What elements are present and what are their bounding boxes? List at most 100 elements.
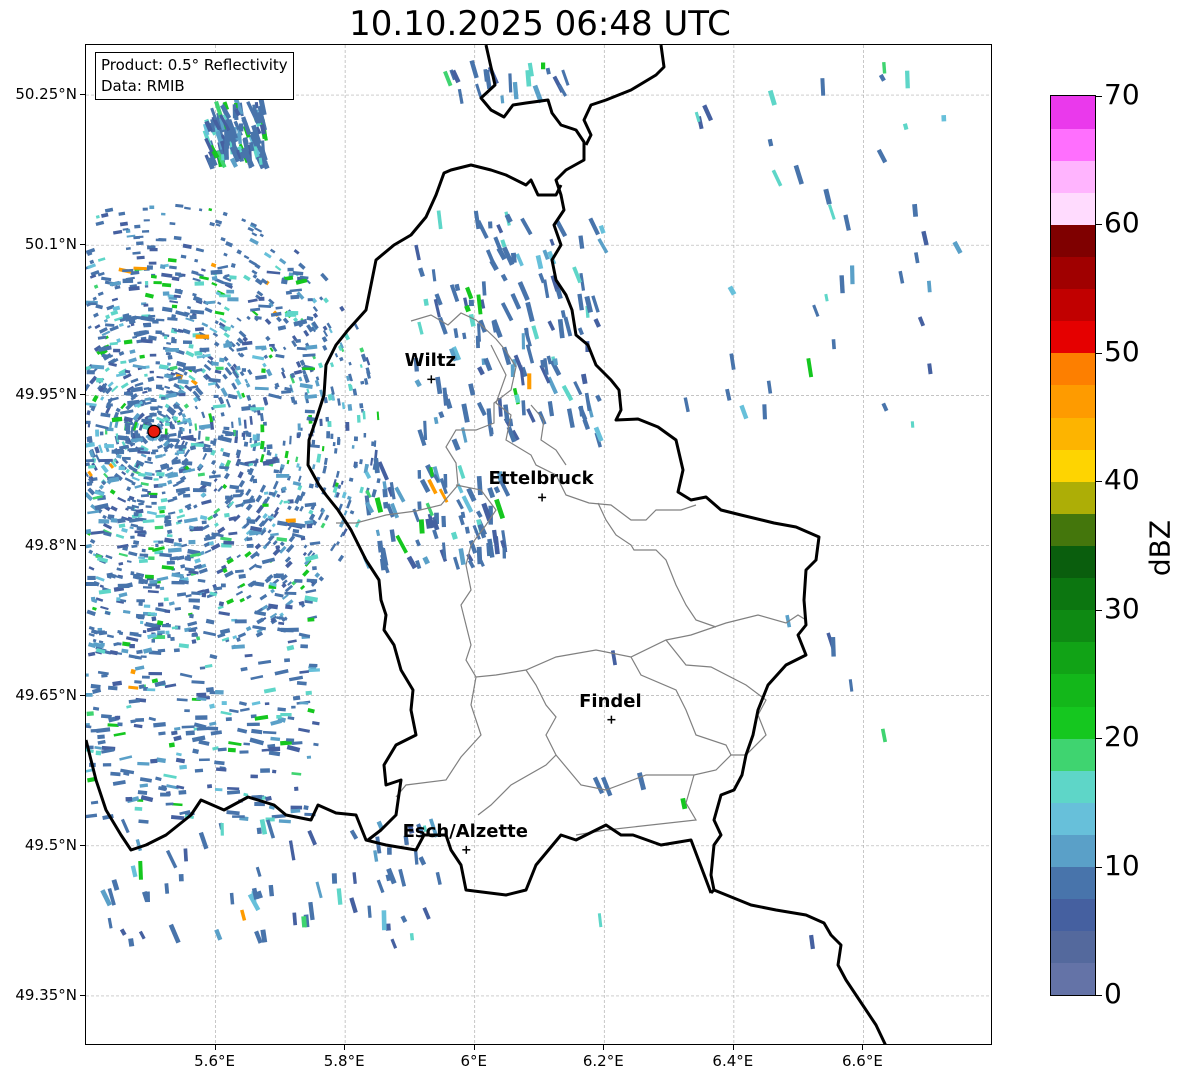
- echo-cell: [359, 364, 363, 368]
- echo-cell: [119, 928, 127, 936]
- echo-cell: [363, 432, 367, 438]
- map-panel[interactable]: [85, 44, 992, 1045]
- echo-cell: [129, 349, 136, 355]
- echo-cell: [201, 411, 206, 419]
- echo-cell: [160, 497, 168, 503]
- echo-cell: [214, 219, 223, 225]
- echo-cell: [240, 666, 248, 672]
- echo-cell: [92, 706, 100, 711]
- echo-cell: [289, 435, 292, 445]
- echo-cell: [95, 423, 109, 430]
- echo-cell: [100, 605, 109, 611]
- echo-cell: [188, 429, 192, 434]
- colorbar-tick-label: 60: [1104, 206, 1140, 240]
- echo-cell: [150, 612, 158, 616]
- echo-cell: [239, 352, 245, 358]
- echo-cell: [163, 597, 169, 602]
- echo-cell: [126, 486, 132, 492]
- country-border: [713, 888, 887, 1044]
- colorbar-segment: [1051, 609, 1095, 643]
- echo-cell: [187, 620, 198, 627]
- echo-cell: [234, 436, 239, 444]
- echo-cell: [230, 262, 236, 268]
- echo-cell: [109, 341, 118, 346]
- echo-cell: [198, 758, 210, 762]
- echo-cell: [343, 510, 348, 516]
- echo-cell: [282, 440, 286, 446]
- echo-cell: [228, 741, 242, 747]
- echo-cell: [275, 306, 283, 310]
- echo-cell: [157, 444, 164, 450]
- echo-cell: [137, 450, 151, 455]
- colorbar-tick: [1096, 352, 1102, 354]
- echo-cell: [578, 235, 585, 249]
- echo-cell: [119, 409, 134, 415]
- echo-cell: [443, 473, 448, 488]
- echo-cell: [200, 268, 206, 272]
- echo-cell: [158, 602, 164, 607]
- echo-cell: [432, 529, 439, 540]
- echo-cell: [300, 644, 308, 649]
- echo-cell: [237, 727, 248, 734]
- echo-cell: [767, 89, 777, 106]
- echo-cell: [418, 856, 427, 866]
- echo-cell: [324, 514, 330, 521]
- echo-cell: [169, 222, 176, 226]
- echo-cell: [262, 730, 277, 735]
- echo-cell: [341, 402, 346, 410]
- echo-cell: [159, 509, 165, 514]
- echo-cell: [820, 78, 826, 96]
- echo-cell: [128, 447, 138, 453]
- echo-cell: [294, 786, 299, 791]
- echo-cell: [214, 310, 225, 316]
- echo-cell: [251, 728, 263, 735]
- echo-cell: [308, 901, 315, 921]
- echo-cell: [306, 523, 313, 529]
- echo-cell: [254, 714, 269, 721]
- echo-cell: [280, 279, 288, 285]
- echo-cell: [204, 549, 212, 554]
- colorbar-tick: [1096, 481, 1102, 483]
- echo-cell: [475, 510, 483, 519]
- echo-cell: [93, 284, 99, 289]
- echo-cell: [277, 325, 287, 331]
- echo-cell: [284, 450, 289, 459]
- echo-cell: [148, 672, 163, 676]
- echo-cell: [304, 409, 315, 414]
- echo-cell: [136, 649, 143, 655]
- echo-cell: [207, 726, 219, 731]
- echo-cell: [414, 379, 422, 388]
- echo-cell: [561, 384, 574, 402]
- echo-cell: [246, 543, 254, 548]
- echo-cell: [365, 356, 371, 366]
- echo-cell: [180, 543, 188, 548]
- echo-cell: [131, 544, 138, 548]
- echo-cell: [597, 238, 609, 254]
- echo-cell: [466, 487, 477, 503]
- echo-cell: [146, 510, 157, 516]
- echo-cell: [194, 281, 205, 286]
- echo-cell: [188, 539, 196, 545]
- echo-cell: [138, 860, 143, 880]
- echo-cell: [144, 553, 149, 558]
- colorbar-segment: [1051, 96, 1095, 129]
- echo-cell: [130, 535, 135, 539]
- echo-cell: [94, 745, 102, 750]
- echo-cell: [149, 412, 155, 417]
- echo-cell: [453, 328, 459, 339]
- echo-cell: [577, 327, 584, 336]
- echo-cell: [336, 888, 343, 905]
- echo-cell: [248, 432, 252, 438]
- echo-cell: [100, 464, 109, 474]
- echo-cell: [158, 731, 166, 736]
- echo-cell: [217, 747, 227, 752]
- echo-cell: [376, 478, 381, 484]
- echo-cell: [194, 558, 201, 564]
- echo-cell: [725, 388, 732, 401]
- echo-cell: [214, 928, 223, 941]
- echo-cell: [161, 396, 166, 400]
- echo-cell: [502, 547, 506, 559]
- echo-cell: [394, 486, 406, 503]
- echo-cell: [295, 338, 301, 343]
- echo-cell: [174, 272, 182, 277]
